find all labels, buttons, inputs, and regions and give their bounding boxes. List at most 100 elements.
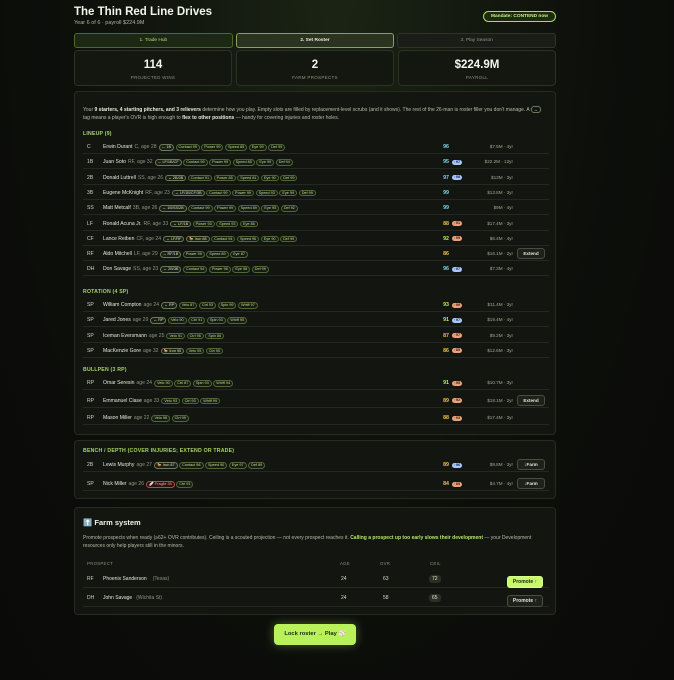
player-row: SS Matt Metcalf 3B, age 26 ↔ 1B/SS/2B Contac…	[83, 201, 549, 216]
stat-value: 114	[143, 59, 163, 71]
player-name-text: Eugene McKnight	[103, 189, 144, 196]
farm-note-warning: Calling a prospect up too early slows th…	[350, 535, 483, 541]
rating-chip: Def 99	[251, 266, 269, 273]
rating-chip: Power 99	[182, 251, 205, 258]
rating-chip: Def 99	[280, 235, 298, 243]
player-ovr: 84	[443, 481, 449, 487]
rating-chip: Spin 93	[206, 317, 226, 324]
player-name-text: Omar Seresin	[103, 380, 135, 386]
position-label: LF	[87, 220, 93, 227]
rating-chip: Eye 98	[232, 266, 251, 273]
player-age: RF, age 33	[143, 220, 169, 227]
rating-chip: Def 99	[268, 144, 286, 151]
player-contract: $11.4M · 3yr	[487, 302, 513, 307]
rating-chip: Velo 87	[178, 302, 198, 309]
prospect-pos: DH	[87, 595, 95, 601]
rating-chip: Speed 85	[224, 144, 248, 151]
player-name: Matt Metcalf 3B, age 26 ↔ 1B/SS/2B Contact …	[103, 205, 298, 212]
step-tabs: 1. Trade Hub 2. Set Roster 3. Play Seaso…	[74, 33, 557, 48]
player-action-button[interactable]: Extend	[517, 394, 545, 406]
player-ovr: 88	[443, 220, 449, 227]
player-contract: $6.4M · 4yr	[489, 235, 513, 241]
position-label: SP	[87, 481, 94, 487]
rating-chip: Eye 97	[228, 462, 247, 469]
player-name-text: Juan Soto	[103, 159, 126, 166]
stat-value: 2	[311, 59, 319, 71]
col-ovr: OVR	[380, 561, 391, 566]
player-row: 2B Donald Luttrell SS, age 26 ↔ 2B/3B Contac…	[83, 171, 549, 185]
player-name-text: William Compton	[103, 302, 142, 308]
rating-chip: Velo 90	[154, 380, 173, 387]
farm-note: Promote prospects when ready (≥62+ OVR c…	[83, 534, 543, 550]
player-tag: ↔ 2B/3B	[160, 266, 182, 273]
prospect-ceiling: 65	[429, 594, 441, 603]
prospect-name: John Savage	[103, 595, 133, 601]
tab-trade-hub[interactable]: 1. Trade Hub	[74, 33, 233, 48]
player-name: Jared Jones age 29 ↔ RP Velo 90 Ctrl 91 Spin …	[103, 317, 248, 324]
position-label: SP	[87, 302, 94, 308]
farm-title: ⬆️ Farm system	[83, 518, 141, 527]
rating-chip: Velo 90	[167, 317, 187, 324]
rating-chip: Contact 98	[179, 462, 204, 469]
player-ovr: 88	[443, 415, 449, 421]
player-name: MacKenzie Gore age 32 🐎 Iron 95 Velo 95 Ctrl…	[103, 347, 223, 355]
intro-text: tag means a player's OVR is high enough …	[83, 115, 183, 121]
player-age: age 25	[148, 332, 165, 339]
player-age: age 33	[143, 397, 160, 404]
player-tags: ↔ 1B Contact 99 Power 99 Speed 85 Eye 99 Def …	[158, 144, 286, 151]
prospect-team: (Wichita St)	[136, 595, 163, 601]
tab-set-roster[interactable]: 2. Set Roster	[235, 33, 395, 48]
player-action-button[interactable]: ↓Farm	[517, 459, 545, 470]
tab-play-season[interactable]: 3. Play Season	[397, 33, 557, 48]
rating-chip: Eye 99	[248, 144, 267, 151]
rating-chip: Eye 95	[261, 205, 280, 212]
roster-panel: Your 9 starters, 4 starting pitchers, an…	[74, 91, 556, 435]
rating-chip: Eye 88	[239, 220, 258, 228]
flex-tag-icon: ↔	[530, 106, 541, 113]
rating-chip: Ctrl 91	[176, 481, 194, 488]
bench-panel: BENCH / DEPTH (COVER INJURIES; EXTEND OR…	[74, 440, 556, 499]
rating-chip: Power 99	[209, 159, 232, 166]
player-age: age 32	[142, 347, 159, 354]
player-tags: ↔ 2B/3B Contact 94 Power 96 Eye 98 Def 99	[160, 266, 269, 273]
player-name-text: Lewis Murphy	[103, 462, 135, 468]
promote-button[interactable]: Promote ↑	[507, 595, 543, 607]
rating-chip: Speed 89	[237, 205, 260, 212]
player-tag: ↔ LF/RF	[163, 235, 185, 243]
position-label: SP	[87, 317, 94, 324]
player-ovr: 86	[443, 251, 449, 258]
rating-chip: Def 99	[298, 189, 316, 197]
player-name: Iceman Eversmann age 25 Velo 91 Ctrl 96 Spin…	[103, 332, 225, 340]
rating-chip: Contact 91	[187, 174, 213, 182]
intro-text: determine how you play. Empty slots are …	[200, 107, 531, 113]
prospect-name: Phoenix Sanderson	[103, 576, 147, 582]
player-name: Mason Miller age 22 Velo 98 Ctrl 99	[103, 415, 189, 422]
player-tags: ↔ LF/1B/CF/3B Contact 99 Power 99 Speed 93 E…	[171, 189, 316, 197]
player-name: Juan Soto RF, age 32 ↔ LF/1B/CF Contact 99 P…	[103, 159, 293, 166]
player-age: age 27	[136, 462, 153, 468]
player-contract: $16.1M · 2yr	[487, 251, 513, 257]
player-row: DH Don Savage SS, age 23 ↔ 2B/3B Contact 94 P…	[83, 262, 549, 277]
intro-bold: flex to other positions	[182, 115, 235, 121]
rating-chip: Contact 99	[188, 205, 213, 212]
position-label: RP	[87, 397, 95, 404]
rating-chip: Speed 93	[216, 220, 239, 228]
lock-roster-button[interactable]: Lock roster → Play ⚾	[274, 624, 356, 645]
rating-chip: Eye 99	[279, 189, 298, 197]
player-row: RP Omar Seresin age 24 Velo 90 Ctrl 87 Spin 9…	[83, 376, 549, 390]
player-age: age 22	[133, 415, 150, 421]
player-age: RF, age 32	[127, 159, 153, 166]
player-row: 3B Eugene McKnight RF, age 23 ↔ LF/1B/CF/3B…	[83, 186, 549, 200]
prospect-age: 24	[341, 595, 347, 601]
player-contract: $9.8M · 3yr	[489, 462, 513, 467]
promote-button[interactable]: Promote ↑	[507, 576, 543, 588]
player-action-button[interactable]: Extend	[517, 248, 545, 260]
player-action-button[interactable]: ↓Farm	[517, 478, 545, 489]
player-tags: ↔ RP Velo 87 Ctrl 93 Spin 99 Whiff 97	[161, 302, 258, 309]
rating-chip: Contact 99	[175, 144, 200, 151]
position-label: RP	[87, 415, 95, 421]
player-row: SP Nick Miller age 26 🩹 Fragile 35 Ctrl 91 84…	[83, 477, 549, 491]
section-rotation: ROTATION (4 SP)	[83, 289, 129, 295]
rating-chip: Whiff 97	[237, 302, 258, 309]
player-ovr: 93	[443, 302, 449, 308]
